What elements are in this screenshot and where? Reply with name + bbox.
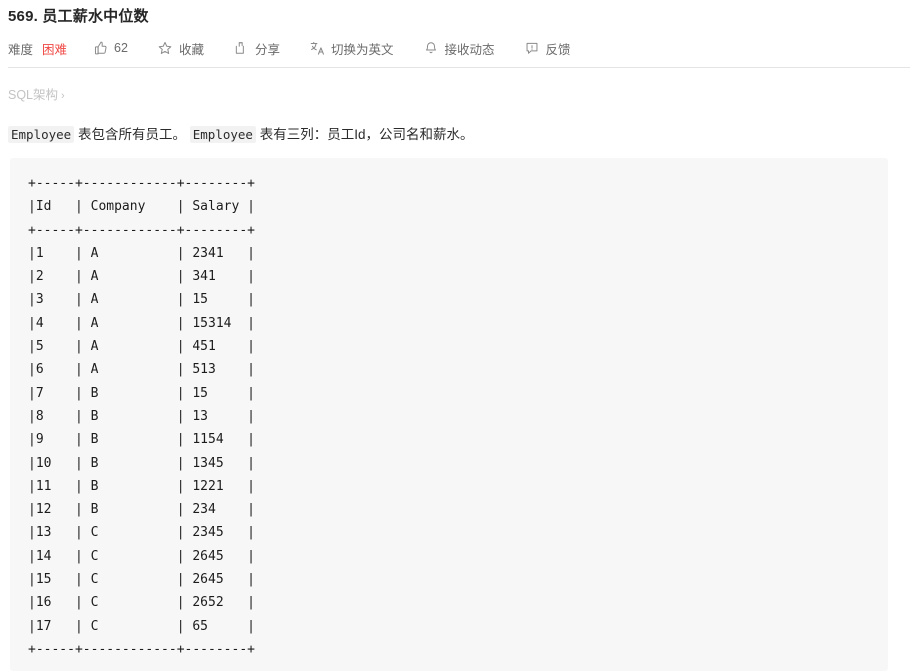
problem-content: SQL架构 › Employee 表包含所有员工。 Employee 表有三列：员…	[0, 87, 910, 671]
employee-ascii-table: +-----+------------+--------+ |Id | Comp…	[28, 176, 255, 657]
breadcrumb-label: SQL架构	[8, 88, 59, 102]
breadcrumb[interactable]: SQL架构 ›	[8, 87, 902, 104]
share-label: 分享	[254, 42, 280, 57]
feedback-icon	[525, 41, 540, 56]
bell-icon	[423, 41, 438, 56]
difficulty-label: 难度	[8, 42, 34, 57]
feedback-button[interactable]: 反馈	[525, 39, 571, 58]
star-icon	[158, 41, 173, 56]
thumbs-up-icon	[93, 41, 108, 56]
page-header: 569. 员工薪水中位数 难度 困难 62 收藏 分享 切换为英文 接收动态 反…	[0, 0, 910, 68]
feedback-label: 反馈	[545, 42, 571, 57]
inline-code-employee-2: Employee	[189, 126, 256, 143]
page-title: 569. 员工薪水中位数	[8, 8, 149, 25]
like-button[interactable]: 62	[93, 41, 128, 56]
inline-code-employee-1: Employee	[8, 126, 75, 143]
like-count: 62	[114, 41, 128, 55]
difficulty-indicator: 难度 困难	[8, 39, 67, 58]
employee-table-codeblock: +-----+------------+--------+ |Id | Comp…	[10, 158, 888, 671]
share-button[interactable]: 分享	[234, 39, 280, 58]
problem-page: 569. 员工薪水中位数 难度 困难 62 收藏 分享 切换为英文 接收动态 反…	[0, 0, 910, 671]
favorite-button[interactable]: 收藏	[158, 39, 204, 58]
share-icon	[234, 41, 249, 56]
problem-description: Employee 表包含所有员工。 Employee 表有三列：员工Id，公司名…	[8, 125, 902, 145]
header-divider	[8, 67, 910, 68]
translate-label: 切换为英文	[330, 42, 394, 57]
difficulty-value: 困难	[42, 42, 68, 57]
problem-toolbar: 难度 困难 62 收藏 分享 切换为英文 接收动态 反馈	[8, 33, 910, 63]
description-text-1: 表包含所有员工。	[77, 127, 186, 142]
translate-button[interactable]: 切换为英文	[310, 39, 394, 58]
description-text-2: 表有三列：员工Id，公司名和薪水。	[259, 127, 474, 142]
subscribe-button[interactable]: 接收动态	[423, 39, 495, 58]
chevron-right-icon: ›	[61, 90, 65, 102]
translate-icon	[310, 41, 325, 56]
favorite-label: 收藏	[178, 42, 204, 57]
subscribe-label: 接收动态	[444, 42, 495, 57]
